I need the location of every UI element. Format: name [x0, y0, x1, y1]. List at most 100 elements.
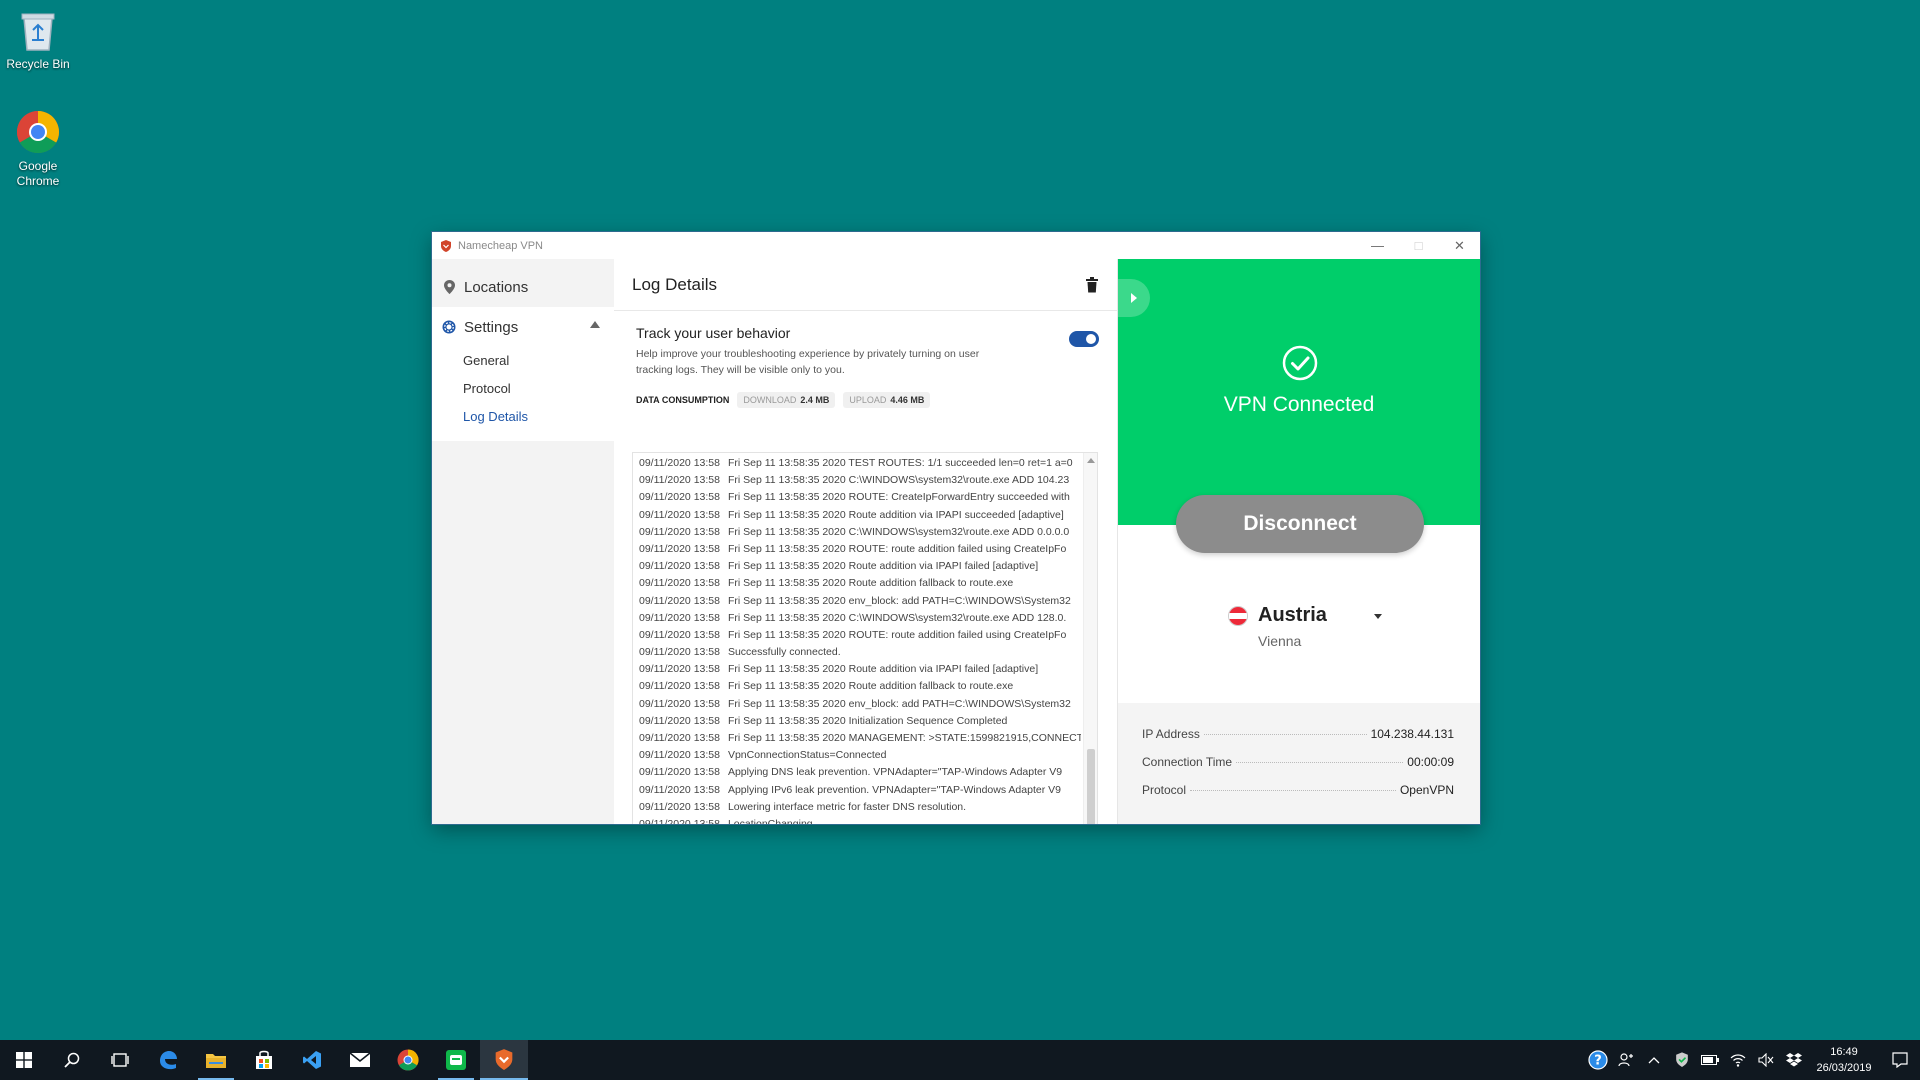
- vpn-status-text: VPN Connected: [1223, 393, 1375, 416]
- minimize-button[interactable]: —: [1357, 232, 1398, 259]
- location-pin-icon: [442, 280, 456, 294]
- taskbar-green-app[interactable]: [432, 1040, 480, 1080]
- volume-tray-icon[interactable]: [1752, 1040, 1780, 1080]
- log-timestamp: 09/11/2020 13:58: [639, 800, 720, 813]
- shield-icon: [1676, 1052, 1688, 1067]
- log-line: 09/11/2020 13:58 Fri Sep 11 13:58:35 2020…: [633, 541, 1081, 558]
- country-name: Austria: [1258, 604, 1327, 626]
- log-line: 09/11/2020 13:58 Fri Sep 11 13:58:35 2020…: [633, 661, 1081, 678]
- log-timestamp: 09/11/2020 13:58: [639, 577, 720, 590]
- start-button[interactable]: [0, 1040, 48, 1080]
- chrome-icon: [397, 1049, 419, 1071]
- log-message: Fri Sep 11 13:58:35 2020 Route addition …: [727, 577, 1014, 590]
- dropbox-tray-icon[interactable]: [1780, 1040, 1808, 1080]
- people-tray-icon[interactable]: [1612, 1040, 1640, 1080]
- task-view-button[interactable]: [96, 1040, 144, 1080]
- connection-time-value: 00:00:09: [1407, 755, 1454, 769]
- vpn-status-panel: VPN Connected Disconnect Austria Vienna …: [1118, 259, 1480, 824]
- log-message: LocationChanging: [727, 817, 813, 824]
- sidebar-subitem-log-details[interactable]: Log Details: [432, 403, 614, 431]
- scroll-up-arrow-icon[interactable]: [1087, 458, 1095, 463]
- collapse-caret-icon[interactable]: [590, 321, 600, 328]
- desktop-icon-label: Recycle Bin: [6, 57, 70, 71]
- taskbar-vscode[interactable]: [288, 1040, 336, 1080]
- log-message: Fri Sep 11 13:58:35 2020 Route addition …: [727, 560, 1039, 573]
- check-circle-icon: [1282, 345, 1318, 381]
- vpn-tray-icon[interactable]: [1668, 1040, 1696, 1080]
- track-behavior-toggle[interactable]: [1069, 331, 1099, 347]
- battery-icon: [1701, 1055, 1719, 1065]
- log-timestamp: 09/11/2020 13:58: [639, 663, 720, 676]
- log-message: Fri Sep 11 13:58:35 2020 Route addition …: [727, 663, 1039, 676]
- desktop-icon-recycle-bin[interactable]: Recycle Bin: [2, 6, 74, 72]
- protocol-value: OpenVPN: [1399, 783, 1454, 797]
- sidebar-subitem-protocol[interactable]: Protocol: [432, 375, 614, 403]
- data-consumption-label: DATA CONSUMPTION: [636, 395, 730, 405]
- help-icon: ?: [1588, 1050, 1608, 1070]
- log-line: 09/11/2020 13:58 VpnConnectionStatus=Conn…: [633, 747, 1081, 764]
- namecheap-shield-icon: [441, 239, 451, 252]
- info-row-protocol: Protocol OpenVPN: [1142, 783, 1454, 797]
- volume-muted-icon: [1758, 1053, 1774, 1067]
- log-message: VpnConnectionStatus=Connected: [727, 749, 887, 762]
- green-app-icon: [446, 1050, 466, 1070]
- show-hidden-icons[interactable]: [1640, 1040, 1668, 1080]
- log-output[interactable]: 09/11/2020 13:58 Fri Sep 11 13:58:35 2020…: [632, 452, 1098, 824]
- log-timestamp: 09/11/2020 13:58: [639, 766, 720, 779]
- sidebar-item-locations[interactable]: Locations: [432, 267, 614, 307]
- sidebar-item-settings[interactable]: Settings: [432, 307, 614, 347]
- desktop-icon-chrome[interactable]: Google Chrome: [2, 108, 74, 189]
- log-message: Fri Sep 11 13:58:35 2020 Initialization …: [727, 714, 1008, 727]
- system-tray: ? 16:49 26/03/2019: [1584, 1040, 1920, 1080]
- search-icon: [64, 1052, 80, 1068]
- store-icon: [256, 1050, 272, 1069]
- ip-address-value: 104.238.44.131: [1370, 727, 1454, 741]
- chevron-up-icon: [1648, 1057, 1660, 1064]
- maximize-button[interactable]: □: [1398, 232, 1439, 259]
- log-line: 09/11/2020 13:58 Fri Sep 11 13:58:35 2020…: [633, 713, 1081, 730]
- network-tray-icon[interactable]: [1724, 1040, 1752, 1080]
- location-selector[interactable]: Austria: [1228, 604, 1327, 627]
- log-message: Fri Sep 11 13:58:35 2020 C:\WINDOWS\syst…: [727, 525, 1070, 538]
- connection-info: IP Address 104.238.44.131 Connection Time…: [1118, 703, 1480, 824]
- taskbar-chrome[interactable]: [384, 1040, 432, 1080]
- desktop-icon-label: Google Chrome: [16, 159, 60, 188]
- chevron-down-icon[interactable]: [1374, 614, 1382, 619]
- log-message: Fri Sep 11 13:58:35 2020 Route addition …: [727, 508, 1064, 521]
- search-button[interactable]: [48, 1040, 96, 1080]
- download-chip: DOWNLOAD 2.4 MB: [737, 392, 836, 408]
- austria-flag-icon: [1228, 605, 1248, 626]
- log-message: Applying DNS leak prevention. VPNAdapter…: [727, 766, 1063, 779]
- info-row-ip: IP Address 104.238.44.131: [1142, 727, 1454, 741]
- log-line: 09/11/2020 13:58 Fri Sep 11 13:58:35 2020…: [633, 558, 1081, 575]
- help-tray-icon[interactable]: ?: [1584, 1040, 1612, 1080]
- windows-start-icon: [16, 1052, 32, 1068]
- trash-icon[interactable]: [1085, 276, 1099, 293]
- taskbar-edge[interactable]: [144, 1040, 192, 1080]
- battery-tray-icon[interactable]: [1696, 1040, 1724, 1080]
- sidebar-subitem-general[interactable]: General: [432, 347, 614, 375]
- page-title: Log Details: [632, 274, 718, 294]
- log-line: 09/11/2020 13:58 Fri Sep 11 13:58:35 2020…: [633, 610, 1081, 627]
- track-behavior-title: Track your user behavior: [636, 325, 791, 341]
- collapse-panel-button[interactable]: [1118, 279, 1150, 317]
- log-line: 09/11/2020 13:58 Fri Sep 11 13:58:35 2020…: [633, 524, 1081, 541]
- clock-date: 26/03/2019: [1816, 1062, 1872, 1074]
- scrollbar-thumb[interactable]: [1087, 749, 1095, 824]
- log-line: 09/11/2020 13:58 Applying DNS leak preven…: [633, 764, 1081, 781]
- taskbar-namecheap-vpn[interactable]: [480, 1040, 528, 1080]
- log-timestamp: 09/11/2020 13:58: [639, 508, 720, 521]
- taskbar-file-explorer[interactable]: [192, 1040, 240, 1080]
- log-scrollbar[interactable]: [1083, 453, 1097, 824]
- log-message: Lowering interface metric for faster DNS…: [727, 800, 967, 813]
- disconnect-button[interactable]: Disconnect: [1176, 495, 1424, 553]
- log-line: 09/11/2020 13:58 Fri Sep 11 13:58:35 2020…: [633, 455, 1081, 472]
- taskbar-store[interactable]: [240, 1040, 288, 1080]
- title-bar[interactable]: Namecheap VPN — □ ✕: [432, 232, 1480, 259]
- close-button[interactable]: ✕: [1439, 232, 1480, 259]
- taskbar-clock[interactable]: 16:49 26/03/2019: [1808, 1044, 1880, 1076]
- notification-icon: [1892, 1052, 1908, 1068]
- action-center-button[interactable]: [1880, 1040, 1920, 1080]
- file-explorer-icon: [206, 1054, 226, 1068]
- taskbar-mail[interactable]: [336, 1040, 384, 1080]
